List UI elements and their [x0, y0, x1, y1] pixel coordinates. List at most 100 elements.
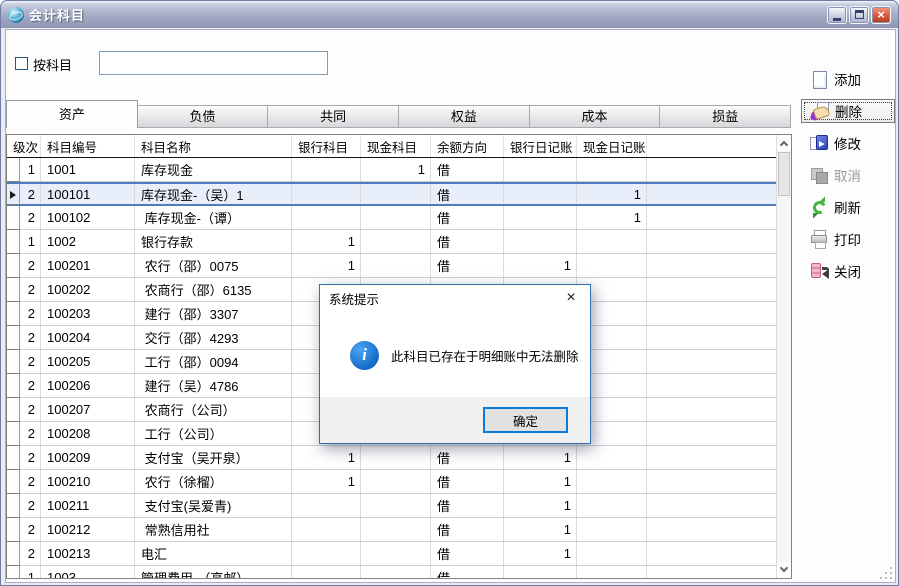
- action-panel: 添加删除修改取消刷新打印关闭: [798, 67, 898, 291]
- tab-liabilities[interactable]: 负债: [138, 105, 269, 128]
- modify-button[interactable]: 修改: [798, 131, 898, 155]
- row-selector: [7, 494, 20, 517]
- scroll-up-icon[interactable]: [777, 135, 791, 151]
- cell-name: 建行（吴）4786: [135, 374, 292, 397]
- cell-bank_journal: [504, 566, 577, 579]
- cell-code: 100210: [41, 470, 135, 493]
- resize-grip[interactable]: [878, 565, 895, 582]
- cell-cash_subject: [361, 254, 431, 277]
- cell-name: 农商行（邵）6135: [135, 278, 292, 301]
- column-header-bank_journal: 银行日记账: [504, 135, 577, 157]
- ok-button[interactable]: 确定: [483, 407, 568, 433]
- cell-name: 农商行（公司）: [135, 398, 292, 421]
- cell-bank_journal: [504, 184, 577, 204]
- cell-filler: [647, 206, 791, 229]
- cell-filler: [647, 350, 791, 373]
- table-row[interactable]: 2100212 常熟信用社借1: [7, 518, 791, 542]
- cell-code: 100212: [41, 518, 135, 541]
- close-button[interactable]: 关闭: [798, 259, 898, 283]
- cell-code: 1001: [41, 158, 135, 181]
- cell-code: 100201: [41, 254, 135, 277]
- cell-cash_subject: [361, 206, 431, 229]
- tab-common[interactable]: 共同: [268, 105, 399, 128]
- close-icon[interactable]: [871, 6, 891, 24]
- add-button[interactable]: 添加: [798, 67, 898, 91]
- cell-cash_journal: [577, 446, 647, 469]
- scroll-down-icon[interactable]: [777, 562, 791, 578]
- printer-icon: [810, 230, 829, 249]
- refresh-button[interactable]: 刷新: [798, 195, 898, 219]
- print-button[interactable]: 打印: [798, 227, 898, 251]
- cell-name: 库存现金: [135, 158, 292, 181]
- table-row[interactable]: 2100101库存现金-（吴）1借1: [7, 182, 791, 206]
- tab-assets[interactable]: 资产: [6, 100, 138, 128]
- cell-name: 工行（邵）0094: [135, 350, 292, 373]
- cell-bank_subject: [292, 206, 361, 229]
- cell-filler: [647, 184, 791, 204]
- dialog-title-bar: 系统提示: [320, 285, 590, 311]
- cell-filler: [647, 374, 791, 397]
- cell-cash_journal: 1: [577, 184, 647, 204]
- table-row[interactable]: 2100211 支付宝(吴爱青)借1: [7, 494, 791, 518]
- cell-level: 2: [20, 302, 41, 325]
- subject-filter-input[interactable]: [99, 51, 328, 75]
- table-row[interactable]: 2100213电汇借1: [7, 542, 791, 566]
- cell-level: 2: [20, 446, 41, 469]
- vertical-scrollbar[interactable]: [776, 135, 791, 578]
- minimize-icon[interactable]: [827, 6, 847, 24]
- cell-filler: [647, 422, 791, 445]
- table-row[interactable]: 2100201 农行（邵）00751借1: [7, 254, 791, 278]
- dialog-body: 此科目已存在于明细账中无法删除: [320, 311, 590, 399]
- table-row[interactable]: 2100209 支付宝（吴开泉）1借1: [7, 446, 791, 470]
- cell-code: 100102: [41, 206, 135, 229]
- table-row[interactable]: 2100102 库存现金-（谭）借1: [7, 206, 791, 230]
- cell-cash_journal: [577, 158, 647, 181]
- cell-name: 银行存款: [135, 230, 292, 253]
- table-row[interactable]: 2100210 农行（徐榴）1借1: [7, 470, 791, 494]
- column-header-code: 科目编号: [41, 135, 135, 157]
- maximize-icon[interactable]: [849, 6, 869, 24]
- close-label: 关闭: [834, 261, 861, 281]
- cell-direction: 借: [431, 446, 504, 469]
- row-selector: [7, 374, 20, 397]
- cell-cash_journal: [577, 518, 647, 541]
- cell-code: 100206: [41, 374, 135, 397]
- cell-level: 2: [20, 278, 41, 301]
- cell-bank_subject: 1: [292, 254, 361, 277]
- cell-cash_journal: [577, 230, 647, 253]
- delete-button[interactable]: 删除: [801, 99, 895, 123]
- row-selector: [7, 518, 20, 541]
- cancel-button[interactable]: 取消: [798, 163, 898, 187]
- column-header-name: 科目名称: [135, 135, 292, 157]
- cell-level: 2: [20, 374, 41, 397]
- cell-cash_subject: [361, 494, 431, 517]
- dialog-footer: 确定: [320, 397, 590, 443]
- row-selector: [7, 158, 20, 181]
- cell-code: 100205: [41, 350, 135, 373]
- cell-name: 建行（邵）3307: [135, 302, 292, 325]
- filter-by-subject-checkbox[interactable]: [15, 57, 28, 70]
- close-icon[interactable]: [561, 288, 581, 308]
- cell-level: 2: [20, 422, 41, 445]
- table-row[interactable]: 11003管理费用-（高邮）借: [7, 566, 791, 579]
- cell-direction: 借: [431, 158, 504, 181]
- table-row[interactable]: 11001库存现金1借: [7, 158, 791, 182]
- cell-cash_subject: [361, 542, 431, 565]
- cell-code: 1003: [41, 566, 135, 579]
- tab-profit-loss[interactable]: 损益: [660, 105, 791, 128]
- system-prompt-dialog: 系统提示 此科目已存在于明细账中无法删除 确定: [319, 284, 591, 444]
- cell-direction: 借: [431, 206, 504, 229]
- cell-cash_subject: [361, 184, 431, 204]
- row-selector: [7, 206, 20, 229]
- table-header: 级次科目编号科目名称银行科目现金科目余额方向银行日记账现金日记账: [7, 135, 791, 158]
- cell-bank_subject: 1: [292, 230, 361, 253]
- row-selector: [7, 470, 20, 493]
- add-label: 添加: [834, 69, 861, 89]
- tab-equity[interactable]: 权益: [399, 105, 530, 128]
- cell-name: 库存现金-（吴）1: [135, 184, 292, 204]
- scroll-thumb[interactable]: [778, 152, 790, 196]
- cell-filler: [647, 302, 791, 325]
- cell-bank_journal: 1: [504, 542, 577, 565]
- table-row[interactable]: 11002银行存款1借: [7, 230, 791, 254]
- tab-cost[interactable]: 成本: [530, 105, 661, 128]
